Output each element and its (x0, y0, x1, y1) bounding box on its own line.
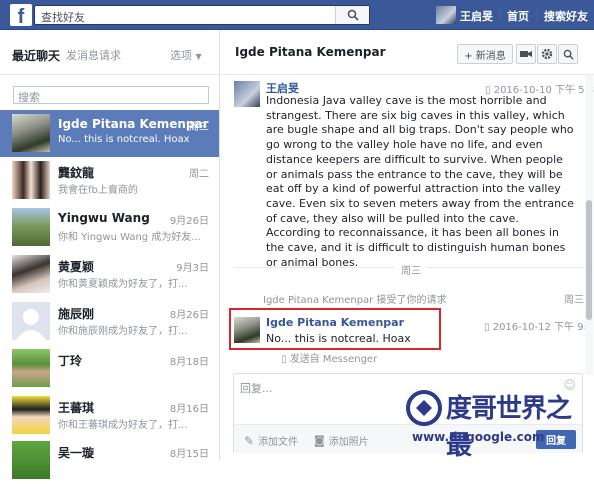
search-icon (563, 49, 574, 60)
sent-from-label: 发送自 Messenger (289, 354, 378, 365)
user-avatar[interactable] (436, 6, 456, 24)
find-friends-link[interactable]: 搜索好友 (544, 8, 588, 24)
conversation-date: 周三 (189, 122, 209, 133)
add-photo-button[interactable]: ◙ 添加照片 (314, 433, 369, 448)
conversation-date: 8月26日 (169, 310, 209, 321)
request-accepted-notice: Igde Pitana Kemenpar 接受了你的请求 (263, 295, 447, 306)
day-divider-label: 周三 (395, 262, 427, 277)
conversation-search-input[interactable]: 搜索 (13, 86, 209, 104)
sent-from-messenger: ▯ 发送自 Messenger (281, 350, 377, 365)
scrollbar-thumb[interactable] (586, 200, 592, 320)
home-link[interactable]: 首页 (507, 8, 529, 24)
reply-placeholder: 回复... (240, 382, 273, 395)
top-navigation-bar: f 查找好友 王启旻 首页 搜索好友 (0, 0, 594, 30)
avatar (12, 396, 50, 434)
watermark-url: www.dugoogle.com (412, 430, 545, 444)
phone-icon: ▯ (281, 354, 287, 365)
divider (537, 8, 538, 22)
avatar (234, 81, 260, 107)
mobile-icon: ▯ (484, 322, 490, 333)
request-accepted-date: 周三 (564, 295, 584, 306)
add-photo-label: 添加照片 (328, 437, 369, 448)
conversation-snippet: 你和黄夏颖成为好友了，打... (58, 279, 188, 290)
avatar (12, 161, 50, 199)
chevron-down-icon: ▼ (195, 52, 202, 61)
avatar (12, 441, 50, 479)
video-camera-icon (520, 51, 532, 57)
conversation-item[interactable]: 施辰刚 你和施辰刚成为好友了，打... 8月26日 (0, 298, 219, 345)
tab-recent-chats[interactable]: 最近聊天 (12, 47, 60, 64)
message-body: Indonesia Java valley cave is the most h… (266, 94, 574, 269)
thread-header: Igde Pitana Kemenpar + 新消息 (221, 30, 594, 75)
conversation-name: 龔鈫龍 (58, 166, 95, 180)
conversation-snippet: 你和 Yingwu Wang 成为好友... (58, 232, 201, 243)
settings-button[interactable] (537, 44, 557, 64)
gear-icon (541, 48, 553, 60)
conversation-item[interactable]: 吴一璇 8月15日 (0, 437, 219, 484)
search-icon (347, 9, 359, 21)
conversation-snippet: No... this is notcreal. Hoax (58, 134, 190, 145)
conversation-item[interactable]: Yingwu Wang 你和 Yingwu Wang 成为好友... 9月26日 (0, 204, 219, 251)
conversation-item[interactable]: 王蕃琪 你和王蕃琪成为好友了，打... 8月16日 (0, 392, 219, 439)
conversation-date: 9月3日 (176, 263, 209, 274)
thread-title: Igde Pitana Kemenpar (235, 45, 386, 59)
conversation-item[interactable]: 龔鈫龍 我會在fb上賣商的 周二 (0, 157, 219, 204)
conversation-name: Igde Pitana Kemenpar (58, 117, 209, 131)
message-time: 2016-10-12 下午 9:22 (492, 322, 594, 333)
user-name-link[interactable]: 王启旻 (460, 8, 493, 24)
avatar (12, 302, 50, 340)
camera-icon: ◙ (314, 434, 325, 447)
options-label: 选项 (170, 49, 192, 62)
add-file-button[interactable]: ✎ 添加文件 (244, 433, 299, 449)
conversation-name: 黄夏颖 (58, 260, 95, 274)
conversation-date: 8月15日 (169, 449, 209, 460)
thread-search-button[interactable] (558, 44, 578, 64)
watermark-logo-icon (406, 390, 442, 426)
avatar (12, 255, 50, 293)
watermark: 度哥世界之最 www.dugoogle.com (402, 386, 592, 461)
avatar (12, 114, 50, 152)
video-call-button[interactable] (516, 44, 536, 64)
add-file-label: 添加文件 (258, 437, 299, 448)
conversation-snippet: 我會在fb上賣商的 (58, 185, 138, 196)
conversation-item[interactable]: 丁玲 8月18日 (0, 345, 219, 392)
conversation-snippet: 你和王蕃琪成为好友了，打... (58, 420, 188, 431)
conversation-item[interactable]: Igde Pitana Kemenpar No... this is notcr… (0, 110, 219, 157)
conversation-name: 王蕃琪 (58, 401, 95, 415)
search-button[interactable] (335, 6, 369, 24)
new-message-button[interactable]: + 新消息 (457, 44, 513, 64)
divider (499, 8, 500, 22)
watermark-text: 度哥世界之最 (446, 394, 572, 461)
sidebar-header: 最近聊天 发消息请求 选项 ▼ (0, 30, 219, 75)
avatar (12, 349, 50, 387)
paperclip-icon: ✎ (244, 433, 255, 448)
conversation-name: 施辰刚 (58, 307, 95, 321)
conversation-name: Yingwu Wang (58, 211, 150, 225)
facebook-logo[interactable]: f (10, 4, 32, 26)
highlight-box (229, 308, 441, 350)
default-avatar-icon (16, 309, 46, 340)
search-placeholder: 搜索 (18, 91, 40, 104)
friend-search-input[interactable]: 查找好友 (34, 5, 370, 25)
conversation-date: 8月18日 (169, 357, 209, 368)
conversation-date: 周二 (189, 169, 209, 180)
conversation-date: 8月16日 (169, 404, 209, 415)
conversation-sidebar: 最近聊天 发消息请求 选项 ▼ 搜索 Igde Pitana Kemenpar … (0, 30, 220, 479)
conversation-item[interactable]: 黄夏颖 你和黄夏颖成为好友了，打... 9月3日 (0, 251, 219, 298)
conversation-snippet: 你和施辰刚成为好友了，打... (58, 326, 188, 337)
tab-message-requests[interactable]: 发消息请求 (66, 47, 121, 63)
conversation-date: 9月26日 (169, 216, 209, 227)
conversation-name: 吴一璇 (58, 446, 95, 460)
conversation-name: 丁玲 (58, 354, 83, 368)
options-dropdown[interactable]: 选项 ▼ (170, 47, 202, 63)
avatar (12, 208, 50, 246)
message-timestamp: ▯ 2016-10-12 下午 9:22 (484, 318, 594, 333)
search-placeholder: 查找好友 (41, 11, 85, 24)
